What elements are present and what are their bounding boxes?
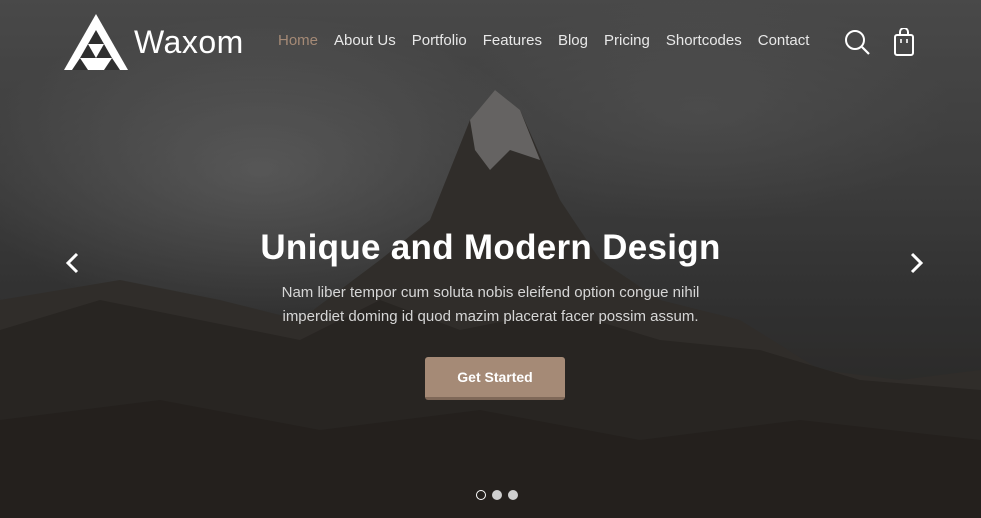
brand-name: Waxom — [134, 23, 244, 60]
slide-pagination — [473, 490, 521, 500]
nav-item-features[interactable]: Features — [475, 32, 550, 49]
nav-item-pricing[interactable]: Pricing — [596, 32, 658, 49]
hero-slider: Waxom Home About Us Portfolio Features B… — [0, 0, 981, 518]
nav-item-home[interactable]: Home — [270, 32, 326, 49]
main-menu: Home About Us Portfolio Features Blog Pr… — [270, 32, 817, 49]
get-started-button[interactable]: Get Started — [425, 357, 565, 400]
nav-item-blog[interactable]: Blog — [550, 32, 596, 49]
nav-item-about-us[interactable]: About Us — [326, 32, 404, 49]
nav-item-shortcodes[interactable]: Shortcodes — [658, 32, 750, 49]
slide-dot-3[interactable] — [508, 490, 518, 500]
shopping-bag-icon[interactable] — [892, 27, 916, 63]
search-icon[interactable] — [843, 28, 871, 61]
slide-dot-1[interactable] — [476, 490, 486, 500]
slide-dot-2[interactable] — [492, 490, 502, 500]
slide-title: Unique and Modern Design — [260, 228, 721, 267]
header-navbar: Waxom Home About Us Portfolio Features B… — [0, 0, 981, 85]
brand-logo[interactable]: Waxom — [64, 14, 244, 70]
nav-item-contact[interactable]: Contact — [750, 32, 818, 49]
nav-item-portfolio[interactable]: Portfolio — [404, 32, 475, 49]
slide-subtitle-line-2: imperdiet doming id quod mazim placerat … — [282, 308, 699, 325]
slide-subtitle-line-1: Nam liber tempor cum soluta nobis eleife… — [281, 284, 700, 301]
triangle-logo-icon — [64, 14, 128, 70]
